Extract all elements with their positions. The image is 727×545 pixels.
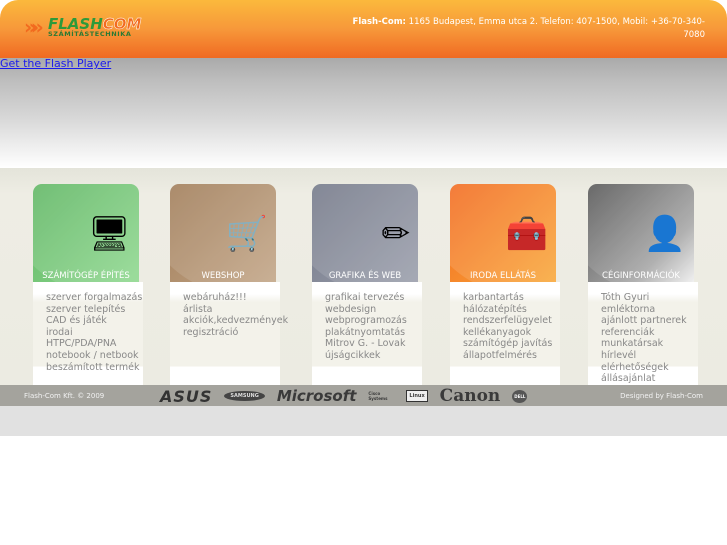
card-webshop[interactable]: 🛒 WEBSHOP webáruház!!! árlista akciók,kedve… — [170, 184, 288, 385]
card-image[interactable]: 🧰 IRODA ELLÁTÁS — [450, 184, 556, 282]
linux-logo: Linux — [406, 390, 428, 402]
card-link[interactable]: webdesign — [325, 304, 422, 316]
card-title: CÉGINFORMÁCIÓK — [602, 271, 680, 281]
card-link[interactable]: számítógép javítás — [463, 338, 560, 350]
copyright: Flash-Com Kft. © 2009 — [24, 392, 105, 400]
flash-banner-area — [0, 58, 727, 168]
card-link[interactable]: akciók,kedvezmények — [183, 315, 288, 327]
bottom-band — [0, 406, 727, 436]
microsoft-logo: Microsoft — [276, 387, 357, 405]
brand-logos: ASUS SAMSUNG Microsoft Cisco Systems Lin… — [160, 386, 528, 406]
card-image[interactable]: ✏ GRAFIKA ÉS WEB — [312, 184, 418, 282]
card-link[interactable]: szerver forgalmazás — [46, 292, 143, 304]
card-links: Tóth Gyuri emléktorna ajánlott partnerek r… — [588, 292, 698, 385]
cisco-logo: Cisco Systems — [368, 391, 388, 401]
dell-logo: DELL — [512, 389, 528, 403]
get-flash-player-link[interactable]: Get the Flash Player — [0, 57, 111, 70]
contact-pencil-icon: ✏ — [381, 214, 411, 254]
person-info-icon: 👤 — [643, 214, 686, 254]
card-szamitogep[interactable]: 🖥 SZÁMÍTÓGÉP ÉPÍTÉS szerver forgalmazás sz… — [33, 184, 143, 385]
card-link[interactable]: regisztráció — [183, 327, 280, 339]
card-link[interactable]: újságcikkek — [325, 350, 422, 362]
card-ceginformaciok[interactable]: 👤 CÉGINFORMÁCIÓK Tóth Gyuri emléktorna ajá… — [588, 184, 698, 385]
contact-text: 1165 Budapest, Emma utca 2. Telefon: 407… — [408, 17, 705, 40]
card-link[interactable]: grafikai tervezés — [325, 292, 422, 304]
card-links: grafikai tervezés webdesign webprogramozás… — [312, 292, 422, 362]
canon-logo: Canon — [439, 386, 501, 406]
card-link[interactable]: irodai — [46, 327, 143, 339]
card-title: SZÁMÍTÓGÉP ÉPÍTÉS — [42, 271, 130, 281]
footer: Flash-Com Kft. © 2009 ASUS SAMSUNG Micro… — [0, 385, 727, 406]
card-link[interactable]: Tóth Gyuri emléktorna — [601, 292, 681, 315]
card-link[interactable]: ajánlott partnerek — [601, 315, 698, 327]
card-link[interactable]: HTPC/PDA/PNA — [46, 338, 143, 350]
computer-icon: 🖥 — [87, 214, 131, 254]
designed-by: Designed by Flash-Com — [620, 392, 703, 400]
card-links: karbantartás hálózatépítés rendszerfelügye… — [450, 292, 560, 362]
samsung-logo: SAMSUNG — [224, 391, 265, 401]
card-link[interactable]: elérhetőségek — [601, 362, 698, 374]
card-link[interactable]: notebook / netbook — [46, 350, 143, 362]
contact-company: Flash-Com: — [352, 17, 406, 27]
card-title: WEBSHOP — [201, 271, 245, 281]
shopping-cart-icon: 🛒 — [225, 214, 268, 254]
card-link[interactable]: hálózatépítés — [463, 304, 560, 316]
card-image[interactable]: 👤 CÉGINFORMÁCIÓK — [588, 184, 694, 282]
card-iroda[interactable]: 🧰 IRODA ELLÁTÁS karbantartás hálózatépítés… — [450, 184, 560, 385]
card-link[interactable]: állásajánlat — [601, 373, 698, 385]
card-image[interactable]: 🛒 WEBSHOP — [170, 184, 276, 282]
services-area: 🖥 SZÁMÍTÓGÉP ÉPÍTÉS szerver forgalmazás sz… — [0, 168, 727, 385]
card-link[interactable]: Mitrov G. - Lovak — [325, 338, 422, 350]
card-link[interactable]: webáruház!!! — [183, 292, 280, 304]
card-grafika[interactable]: ✏ GRAFIKA ÉS WEB grafikai tervezés webdesi… — [312, 184, 422, 385]
card-links: webáruház!!! árlista akciók,kedvezmények re… — [170, 292, 288, 339]
asus-logo: ASUS — [160, 386, 213, 406]
card-title: GRAFIKA ÉS WEB — [328, 271, 402, 281]
card-title: IRODA ELLÁTÁS — [470, 271, 536, 281]
contact-info: Flash-Com: 1165 Budapest, Emma utca 2. T… — [345, 16, 705, 42]
card-link[interactable]: szerver telepítés — [46, 304, 143, 316]
card-link[interactable]: árlista — [183, 304, 280, 316]
flashcom-logo[interactable]: »» FLASHCOM SZÁMÍTÁSTECHNIKA — [24, 15, 154, 39]
card-link[interactable]: referenciák — [601, 327, 698, 339]
card-link[interactable]: CAD és játék — [46, 315, 143, 327]
card-link[interactable]: beszámított termék — [46, 362, 143, 374]
card-image[interactable]: 🖥 SZÁMÍTÓGÉP ÉPÍTÉS — [33, 184, 139, 282]
toolbox-icon: 🧰 — [505, 214, 548, 254]
card-link[interactable]: rendszerfelügyelet — [463, 315, 560, 327]
card-link[interactable]: webprogramozás — [325, 315, 422, 327]
logo-arrows-icon: »» — [24, 15, 44, 39]
card-link[interactable]: karbantartás — [463, 292, 560, 304]
logo-subtitle: SZÁMÍTÁSTECHNIKA — [48, 30, 132, 38]
card-link[interactable]: munkatársak — [601, 338, 698, 350]
card-links: szerver forgalmazás szerver telepítés CAD … — [33, 292, 143, 373]
card-link[interactable]: kellékanyagok — [463, 327, 560, 339]
card-link[interactable]: hírlevél — [601, 350, 698, 362]
card-link[interactable]: plakátnyomtatás — [325, 327, 422, 339]
header: »» FLASHCOM SZÁMÍTÁSTECHNIKA Flash-Com: … — [0, 0, 727, 58]
card-link[interactable]: állapotfelmérés — [463, 350, 560, 362]
